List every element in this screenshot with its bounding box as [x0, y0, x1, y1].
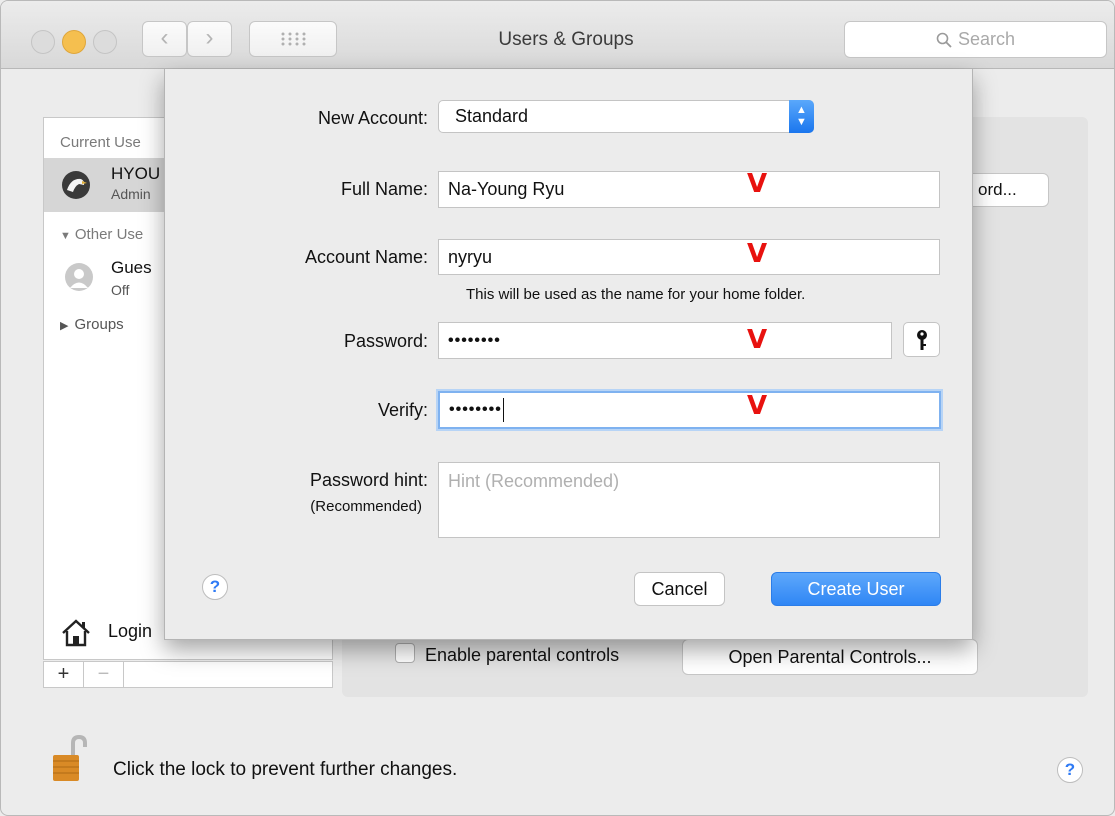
new-account-sheet: New Account: Standard ▲ ▼ Full Name: Na-Y… — [164, 69, 973, 640]
account-name-note: This will be used as the name for your h… — [466, 286, 806, 303]
new-account-label: New Account: — [317, 108, 428, 128]
title-bar: ‹ › Users & Groups Search — [1, 1, 1114, 69]
unlocked-lock-icon[interactable] — [51, 735, 87, 783]
add-user-button[interactable]: + — [44, 662, 84, 687]
search-input[interactable]: Search — [844, 21, 1107, 58]
login-options-label: Login — [108, 621, 153, 641]
guest-user-status: Off — [111, 282, 130, 298]
key-icon — [916, 330, 927, 350]
password-label: Password: — [343, 331, 428, 351]
password-hint-label: Password hint: — [309, 470, 428, 490]
parental-controls-checkbox[interactable] — [395, 643, 415, 663]
system-preferences-window: ‹ › Users & Groups Search Current Use HY… — [0, 0, 1115, 816]
groups-row[interactable]: ▶ Groups — [60, 316, 124, 333]
check-mark-annotation: V — [747, 239, 768, 269]
eagle-avatar-icon — [62, 171, 90, 199]
full-name-label: Full Name: — [340, 179, 428, 199]
current-user-role: Admin — [111, 186, 151, 202]
current-users-header: Current Use — [60, 134, 141, 151]
help-icon: ? — [209, 577, 221, 596]
help-icon: ? — [1064, 760, 1076, 779]
password-field[interactable]: •••••••• — [438, 322, 892, 359]
other-users-header[interactable]: ▼ Other Use — [60, 226, 143, 243]
search-icon — [936, 32, 952, 48]
add-remove-bar: + − — [43, 661, 333, 688]
groups-label: Groups — [74, 316, 124, 333]
check-mark-annotation: V — [747, 391, 768, 421]
disclosure-open-icon: ▼ — [60, 230, 71, 242]
disclosure-closed-icon: ▶ — [60, 320, 69, 332]
password-hint-field[interactable]: Hint (Recommended) — [438, 462, 940, 538]
sheet-help-button[interactable]: ? — [202, 574, 228, 600]
cancel-button[interactable]: Cancel — [634, 572, 725, 606]
remove-user-button[interactable]: − — [84, 662, 124, 687]
verify-value: •••••••• — [449, 401, 502, 418]
search-placeholder: Search — [957, 29, 1016, 49]
text-cursor — [502, 397, 504, 422]
house-icon — [62, 619, 90, 647]
account-type-value: Standard — [455, 106, 529, 126]
check-mark-annotation: V — [747, 169, 768, 199]
verify-label: Verify: — [377, 400, 428, 420]
account-name-field[interactable]: nyryu — [438, 239, 940, 275]
guest-user-name: Gues — [111, 258, 152, 277]
open-parental-controls-button[interactable]: Open Parental Controls... — [682, 639, 978, 675]
account-type-popup[interactable]: Standard ▲ ▼ — [438, 100, 814, 133]
account-name-label: Account Name: — [304, 247, 428, 267]
lock-message: Click the lock to prevent further change… — [113, 759, 458, 780]
check-mark-annotation: V — [747, 325, 768, 355]
password-hint-sublabel: (Recommended) — [310, 498, 422, 515]
current-user-name: HYOU — [111, 164, 161, 183]
create-user-button[interactable]: Create User — [771, 572, 941, 606]
parental-controls-label: Enable parental controls — [425, 645, 620, 665]
full-name-field[interactable]: Na-Young Ryu — [438, 171, 940, 208]
guest-avatar-icon — [65, 263, 93, 291]
password-assistant-button[interactable] — [903, 322, 940, 357]
verify-field[interactable]: •••••••• — [438, 391, 941, 429]
other-users-label: Other Use — [74, 226, 144, 243]
help-button[interactable]: ? — [1057, 757, 1083, 783]
popup-arrows-icon: ▲ ▼ — [789, 100, 814, 133]
